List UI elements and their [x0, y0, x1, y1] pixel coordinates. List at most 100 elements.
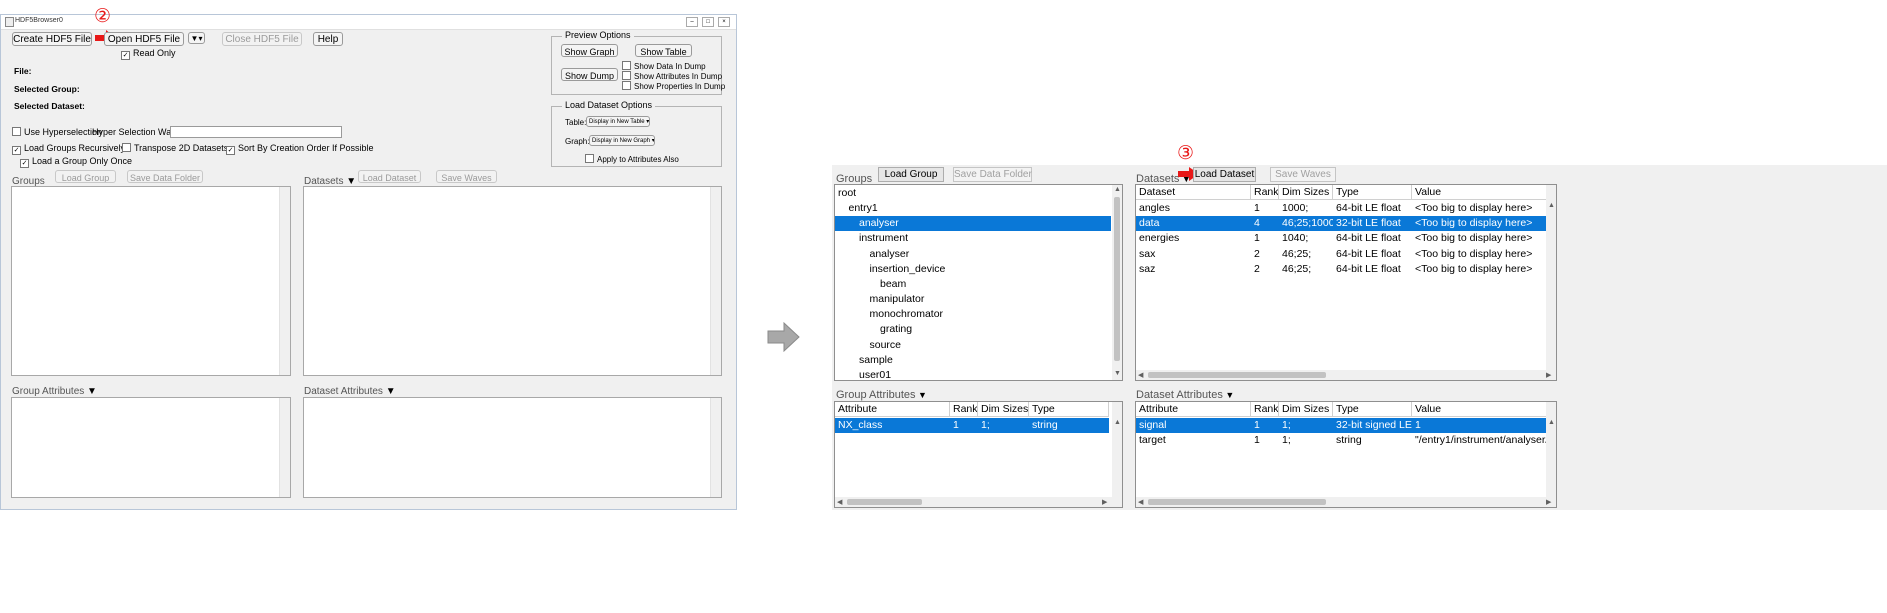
table-select[interactable]: Display in New Table ▾	[586, 116, 650, 127]
show-properties-checkbox[interactable]: Show Properties In Dump	[622, 81, 725, 91]
create-hdf5-button[interactable]: Create HDF5 File	[12, 32, 92, 46]
save-waves-button[interactable]: Save Waves	[436, 170, 497, 183]
save-waves-button-right[interactable]: Save Waves	[1270, 167, 1336, 182]
scroll-up-icon[interactable]: ▲	[1548, 202, 1555, 209]
table-row[interactable]: angles 1 1000; 64-bit LE float <Too big to d…	[1136, 201, 1548, 216]
tree-item[interactable]: analyser	[835, 247, 1111, 262]
show-attributes-checkbox[interactable]: Show Attributes In Dump	[622, 71, 722, 81]
datasets-table[interactable]: Dataset Rank Dim Sizes Type Value angles 1 100…	[1135, 184, 1557, 381]
scroll-down-icon[interactable]: ▼	[1114, 370, 1121, 377]
vertical-scrollbar[interactable]: ▲	[1546, 402, 1556, 497]
column-header[interactable]: Attribute	[1136, 402, 1251, 417]
column-header[interactable]: Dim Sizes	[1279, 185, 1333, 200]
column-header[interactable]: Rank	[1251, 185, 1279, 200]
tree-item[interactable]: source	[835, 338, 1111, 353]
use-hyperselection-checkbox[interactable]: Use Hyperselection	[12, 127, 102, 137]
groups-list-empty[interactable]	[11, 186, 291, 376]
table-row[interactable]: energies 1 1040; 64-bit LE float <Too big to…	[1136, 231, 1548, 246]
open-menu-button[interactable]: ▼▾	[188, 32, 205, 44]
column-header[interactable]: Rank	[1251, 402, 1279, 417]
sort-creation-checkbox[interactable]: ✓ Sort By Creation Order If Possible	[226, 143, 374, 155]
scroll-up-icon[interactable]: ▲	[1114, 419, 1121, 426]
triangle-down-icon[interactable]: ▼	[386, 386, 396, 397]
column-header[interactable]: Dim Sizes	[1279, 402, 1333, 417]
dataset-attributes-table[interactable]: Attribute Rank Dim Sizes Type Value signal 1 1…	[1135, 401, 1557, 508]
dataset-attributes-list-empty[interactable]	[303, 397, 722, 498]
tree-item[interactable]: root	[835, 186, 1111, 201]
show-dump-button[interactable]: Show Dump	[561, 68, 618, 81]
scrollbar-thumb[interactable]	[1148, 499, 1326, 505]
group-attributes-table[interactable]: Attribute Rank Dim Sizes Type NX_class 1 1; st…	[834, 401, 1123, 508]
graph-select[interactable]: Display in New Graph ▾	[589, 135, 655, 146]
scrollbar-thumb[interactable]	[847, 499, 922, 505]
column-header[interactable]: Type	[1333, 402, 1412, 417]
scroll-up-icon[interactable]: ▲	[1114, 186, 1121, 193]
load-once-checkbox[interactable]: ✓ Load a Group Only Once	[20, 156, 132, 168]
horizontal-scrollbar[interactable]: ◀ ▶	[1136, 497, 1556, 507]
column-header[interactable]: Dataset	[1136, 185, 1251, 200]
vertical-scrollbar[interactable]: ▲ ▼	[1112, 185, 1122, 380]
tree-item[interactable]: entry1	[835, 201, 1111, 216]
scroll-right-icon[interactable]: ▶	[1546, 498, 1551, 506]
scroll-left-icon[interactable]: ◀	[1138, 498, 1143, 506]
transpose-checkbox[interactable]: Transpose 2D Datasets	[122, 143, 228, 153]
triangle-down-icon[interactable]: ▼	[1223, 390, 1234, 400]
show-graph-button[interactable]: Show Graph	[561, 44, 618, 57]
scrollbar-thumb[interactable]	[1148, 372, 1326, 378]
column-header[interactable]: Dim Sizes	[978, 402, 1029, 417]
column-header[interactable]: Value	[1412, 185, 1548, 200]
scrollbar-thumb[interactable]	[1114, 197, 1120, 361]
read-only-checkbox[interactable]: ✓ Read Only	[121, 48, 176, 60]
hyper-selection-input[interactable]	[170, 126, 342, 138]
vertical-scrollbar[interactable]: ▲	[1546, 185, 1556, 370]
triangle-down-icon[interactable]: ▼	[87, 386, 97, 397]
vertical-scrollbar[interactable]: ▲	[1112, 402, 1122, 497]
table-row[interactable]: target 1 1; string "/entry1/instrument/analy…	[1136, 433, 1548, 448]
show-data-checkbox[interactable]: Show Data In Dump	[622, 61, 706, 71]
apply-attributes-checkbox[interactable]: Apply to Attributes Also	[585, 154, 679, 164]
close-hdf5-button[interactable]: Close HDF5 File	[222, 32, 302, 46]
scroll-left-icon[interactable]: ◀	[837, 498, 842, 506]
tree-item[interactable]: analyser	[835, 216, 1111, 232]
table-row[interactable]: data 4 46;25;1000;132-bit LE float <Too big…	[1136, 216, 1548, 232]
column-header[interactable]: Type	[1333, 185, 1412, 200]
save-data-folder-button[interactable]: Save Data Folder	[127, 170, 203, 183]
load-group-button[interactable]: Load Group	[55, 170, 116, 183]
load-dataset-button-right[interactable]: Load Dataset	[1193, 167, 1256, 182]
tree-item[interactable]: grating	[835, 322, 1111, 337]
column-header[interactable]: Type	[1029, 402, 1109, 417]
scroll-left-icon[interactable]: ◀	[1138, 371, 1143, 379]
datasets-list-empty[interactable]	[303, 186, 722, 376]
table-row[interactable]: NX_class 1 1; string	[835, 418, 1109, 433]
tree-item[interactable]: insertion_device	[835, 262, 1111, 277]
column-header[interactable]: Attribute	[835, 402, 950, 417]
scroll-up-icon[interactable]: ▲	[1548, 419, 1555, 426]
tree-item[interactable]: monochromator	[835, 307, 1111, 322]
load-recursive-checkbox[interactable]: ✓ Load Groups Recursively	[12, 143, 125, 155]
group-attributes-list-empty[interactable]	[11, 397, 291, 498]
triangle-down-icon[interactable]: ▼	[916, 390, 927, 400]
save-data-folder-button-right[interactable]: Save Data Folder	[953, 167, 1032, 182]
minimize-button[interactable]: –	[686, 17, 698, 27]
table-row[interactable]: saz 2 46;25; 64-bit LE float <Too big to dis…	[1136, 262, 1548, 277]
show-table-button[interactable]: Show Table	[635, 44, 692, 57]
column-header[interactable]: Rank	[950, 402, 978, 417]
table-row[interactable]: sax 2 46;25; 64-bit LE float <Too big to dis…	[1136, 247, 1548, 262]
load-group-button-right[interactable]: Load Group	[878, 167, 944, 182]
horizontal-scrollbar[interactable]: ◀ ▶	[1136, 370, 1556, 380]
open-hdf5-button[interactable]: Open HDF5 File	[104, 32, 184, 46]
horizontal-scrollbar[interactable]: ◀ ▶	[835, 497, 1122, 507]
column-header[interactable]: Value	[1412, 402, 1548, 417]
tree-item[interactable]: manipulator	[835, 292, 1111, 307]
groups-tree[interactable]: root entry1 analyser instrument analyser inse…	[834, 184, 1123, 381]
load-dataset-button[interactable]: Load Dataset	[358, 170, 421, 183]
maximize-button[interactable]: □	[702, 17, 714, 27]
scroll-right-icon[interactable]: ▶	[1546, 371, 1551, 379]
tree-item[interactable]: sample	[835, 353, 1111, 368]
help-button[interactable]: Help	[313, 32, 343, 46]
tree-item[interactable]: user01	[835, 368, 1111, 380]
close-window-button[interactable]: ×	[718, 17, 730, 27]
tree-item[interactable]: beam	[835, 277, 1111, 292]
table-row[interactable]: signal11;32-bit signed LE int1	[1136, 418, 1548, 433]
scroll-right-icon[interactable]: ▶	[1102, 498, 1107, 506]
